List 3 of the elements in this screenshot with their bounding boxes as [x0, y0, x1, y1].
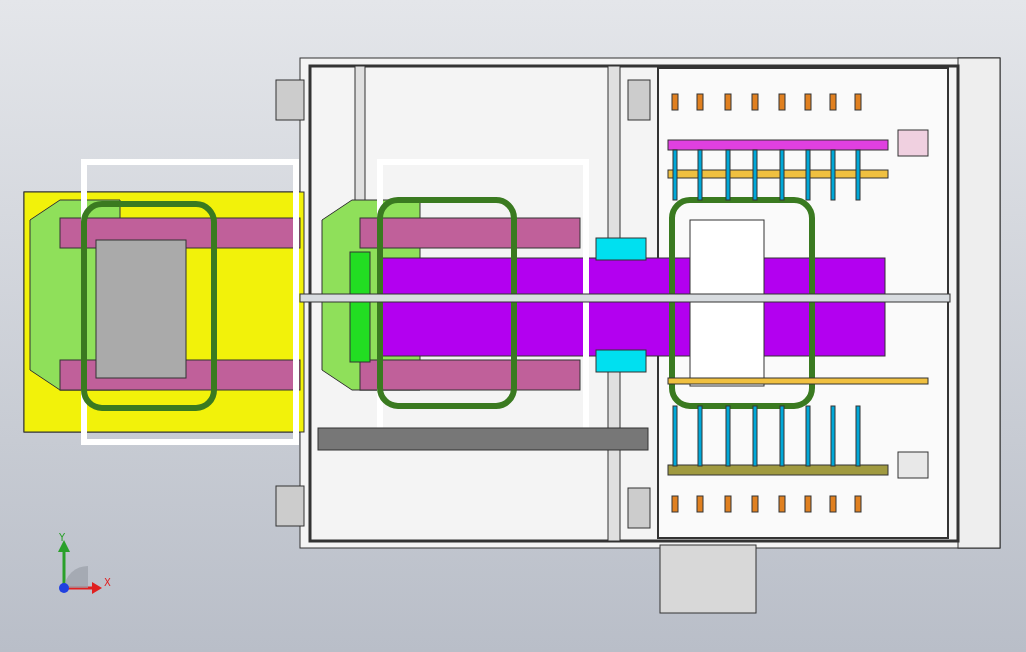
- y-axis-label: Y: [59, 532, 66, 543]
- x-axis-label: X: [104, 577, 111, 588]
- axis-triad-icon: [58, 540, 102, 594]
